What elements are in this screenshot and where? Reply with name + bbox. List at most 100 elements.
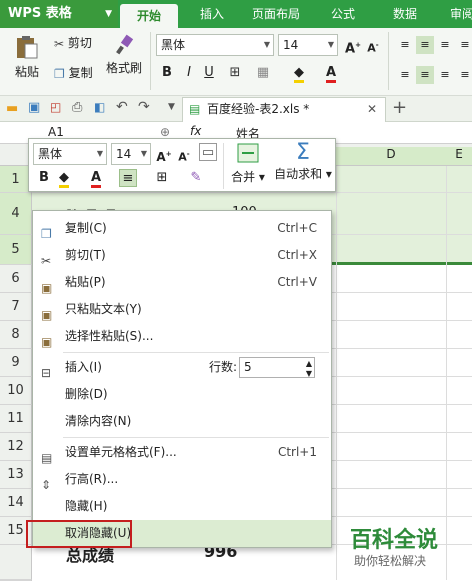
format-painter-button[interactable]: 格式刷 <box>104 34 144 76</box>
folder-icon[interactable]: ▬ <box>6 101 18 116</box>
menu-label: 复制(C) <box>65 221 107 235</box>
align-center-icon[interactable]: ≡ <box>416 66 434 84</box>
row-header[interactable]: 12 <box>0 433 32 461</box>
menu-item-copy[interactable]: ❐ 复制(C) Ctrl+C <box>33 215 331 242</box>
app-menu-button[interactable]: WPS 表格 ▼ <box>0 0 118 28</box>
name-box[interactable]: A1 <box>48 125 64 139</box>
format-painter-label: 格式刷 <box>105 61 142 75</box>
tab-insert[interactable]: 插入 <box>184 0 240 28</box>
comment-icon[interactable]: ▭ <box>199 143 217 161</box>
row-header[interactable]: 10 <box>0 377 32 405</box>
close-icon[interactable]: ✕ <box>367 98 377 121</box>
grow-font-icon[interactable]: A+ <box>344 36 362 56</box>
menu-item-clear[interactable]: 清除内容(N) <box>33 408 331 435</box>
italic-button[interactable]: I <box>180 64 198 82</box>
menu-item-paste[interactable]: ▣ 粘贴(P) Ctrl+V <box>33 269 331 296</box>
mini-font-select[interactable]: 黑体 ▼ <box>33 143 107 165</box>
justify-icon[interactable]: ≡ <box>456 66 472 84</box>
paste-label: 粘贴 <box>14 65 39 79</box>
menu-item-row-height[interactable]: ⇕ 行高(R)... <box>33 466 331 493</box>
size-value: 14 <box>283 38 299 52</box>
row-header[interactable]: 13 <box>0 461 32 489</box>
menu-label: 粘贴(P) <box>65 275 106 289</box>
row-header[interactable]: 4 <box>0 193 32 235</box>
bold-button[interactable]: B <box>158 64 176 82</box>
tab-page-layout[interactable]: 页面布局 <box>244 0 308 28</box>
row-header[interactable]: 5 <box>0 235 32 265</box>
menu-item-insert[interactable]: ⊟ 插入(I) 行数: 5 ▲ ▼ <box>33 354 331 381</box>
row-header[interactable]: 8 <box>0 321 32 349</box>
menu-label: 设置单元格格式(F)... <box>65 445 177 459</box>
menu-item-cut[interactable]: ✂ 剪切(T) Ctrl+X <box>33 242 331 269</box>
tab-formulas[interactable]: 公式 <box>318 0 368 28</box>
chevron-down-icon[interactable]: ▼ <box>168 102 175 112</box>
paste-button[interactable]: 粘贴 <box>10 34 44 80</box>
brush-icon[interactable]: ✎ <box>187 169 205 187</box>
app-name: WPS 表格 <box>8 6 72 21</box>
menu-item-format-cells[interactable]: ▤ 设置单元格格式(F)... Ctrl+1 <box>33 439 331 466</box>
copy-button[interactable]: ❐ 复制 <box>54 64 93 81</box>
fill-color-icon[interactable]: ◆ <box>290 64 308 83</box>
watermark-logo: 百科全说 助你轻松解决 <box>344 518 472 574</box>
align-left-icon[interactable]: ≡ <box>396 66 414 84</box>
tab-review[interactable]: 审阅 <box>442 0 472 28</box>
tab-data[interactable]: 数据 <box>380 0 430 28</box>
export-pdf-icon[interactable]: ◰ <box>50 100 61 114</box>
fx-icon[interactable]: fx <box>190 124 201 138</box>
chevron-down-icon: ▼ <box>96 149 103 158</box>
menu-label: 选择性粘贴(S)... <box>65 329 154 343</box>
divider <box>223 143 224 189</box>
font-color-icon[interactable]: A <box>87 169 105 188</box>
underline-button[interactable]: U <box>200 64 218 82</box>
column-e-header[interactable]: E <box>446 147 472 165</box>
clipboard-icon: ▣ <box>41 281 53 295</box>
align-middle-icon[interactable]: ≡ <box>416 36 434 54</box>
border-icon[interactable]: ⊞ <box>153 169 171 187</box>
cut-button[interactable]: ✂ 剪切 <box>54 34 92 51</box>
preview-icon[interactable]: ◧ <box>94 100 105 114</box>
font-color-icon[interactable]: A <box>322 64 340 83</box>
shortcut: Ctrl+C <box>277 221 317 235</box>
redo-icon[interactable]: ↷ <box>138 99 150 115</box>
new-tab-icon[interactable]: + <box>392 97 407 118</box>
print-icon[interactable]: ⎙ <box>72 100 82 115</box>
autosum-label: 自动求和 <box>274 167 323 181</box>
document-tab[interactable]: ▤ 百度经验-表2.xls * ✕ <box>182 97 386 122</box>
autosum-button[interactable]: Σ 自动求和 ▾ <box>271 141 335 182</box>
menu-label: 只粘贴文本(Y) <box>65 302 142 316</box>
tab-home[interactable]: 开始 <box>120 4 178 28</box>
save-icon[interactable]: ▣ <box>28 100 40 115</box>
row-header[interactable]: 7 <box>0 293 32 321</box>
row-header[interactable]: 9 <box>0 349 32 377</box>
grow-font-icon[interactable]: A+ <box>155 145 173 164</box>
shrink-font-icon[interactable]: A- <box>175 145 193 164</box>
align-center-icon[interactable]: ≡ <box>119 169 137 187</box>
merge-button[interactable]: 合并 ▾ <box>229 141 267 185</box>
cell-grid-icon[interactable]: ▦ <box>254 64 272 82</box>
wrap-icon[interactable]: ≡ <box>456 36 472 54</box>
menu-separator <box>63 437 329 438</box>
zoom-icon[interactable]: ⊕ <box>160 125 170 139</box>
bold-button[interactable]: B <box>35 169 53 187</box>
undo-icon[interactable]: ↶ <box>116 99 128 115</box>
shrink-font-icon[interactable]: A- <box>364 36 382 55</box>
menu-item-hide[interactable]: 隐藏(H) <box>33 493 331 520</box>
row-header[interactable]: 6 <box>0 265 32 293</box>
font-value: 黑体 <box>161 38 186 52</box>
menu-item-delete[interactable]: 删除(D) <box>33 381 331 408</box>
rows-stepper[interactable]: 5 ▲ ▼ <box>239 357 315 378</box>
menu-item-paste-text[interactable]: ▣ 只粘贴文本(Y) <box>33 296 331 323</box>
row-header[interactable]: 11 <box>0 405 32 433</box>
align-top-icon[interactable]: ≡ <box>396 36 414 54</box>
font-select[interactable]: 黑体 ▼ <box>156 34 274 56</box>
border-icon[interactable]: ⊞ <box>226 64 244 82</box>
size-select[interactable]: 14 ▼ <box>278 34 338 56</box>
menu-item-paste-special[interactable]: ▣ 选择性粘贴(S)... <box>33 323 331 350</box>
row-header[interactable]: 14 <box>0 489 32 517</box>
row-header[interactable] <box>0 545 32 580</box>
align-right-icon[interactable]: ≡ <box>436 66 454 84</box>
column-d-header[interactable]: D <box>336 147 446 165</box>
align-bottom-icon[interactable]: ≡ <box>436 36 454 54</box>
fill-color-icon[interactable]: ◆ <box>55 169 73 188</box>
mini-size-select[interactable]: 14 ▼ <box>111 143 151 165</box>
